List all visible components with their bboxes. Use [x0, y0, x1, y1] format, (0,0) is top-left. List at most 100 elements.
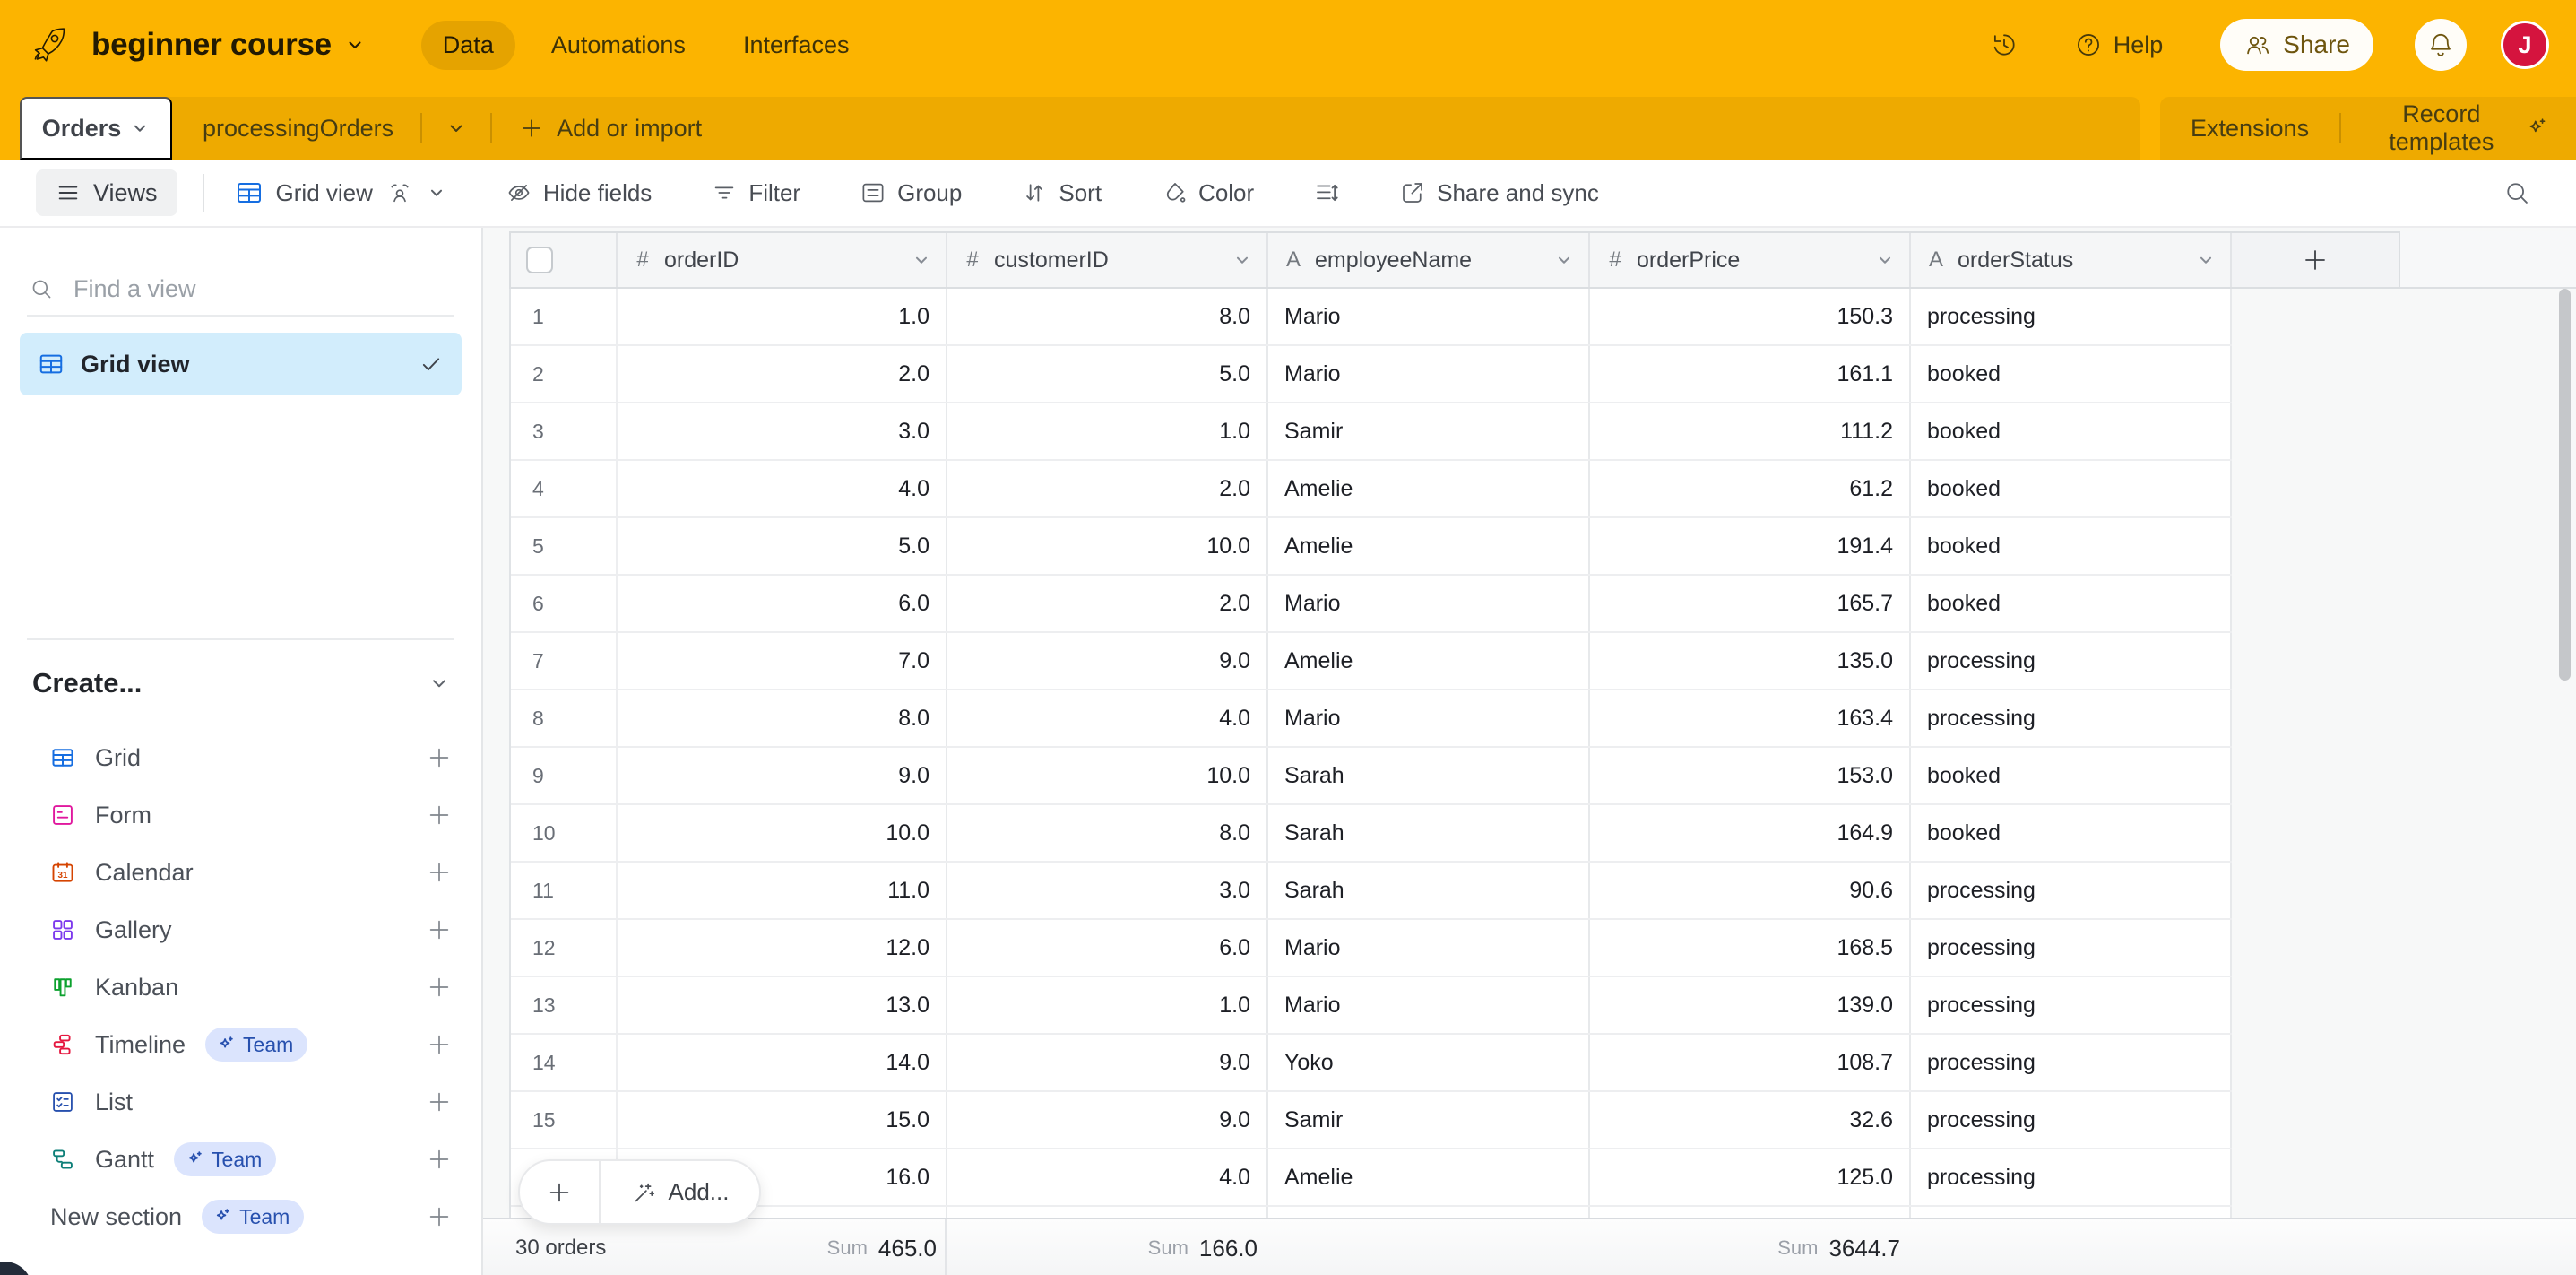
cell-orderPrice[interactable]: 150.3	[1590, 289, 1911, 344]
cell-customerID[interactable]: 5.0	[947, 346, 1268, 402]
table-row[interactable]: 99.010.0Sarah153.0booked	[511, 748, 2232, 805]
chevron-down-icon[interactable]	[912, 250, 931, 270]
add-view-button[interactable]	[426, 744, 453, 771]
row-number[interactable]: 12	[511, 920, 618, 976]
table-row[interactable]: 44.02.0Amelie61.2booked	[511, 461, 2232, 518]
cell-orderID[interactable]: 14.0	[618, 1035, 947, 1090]
table-row[interactable]: 1111.03.0Sarah90.6processing	[511, 863, 2232, 920]
chevron-down-icon[interactable]	[1232, 250, 1252, 270]
add-view-button[interactable]	[426, 1089, 453, 1115]
chevron-down-icon[interactable]	[1554, 250, 1574, 270]
cell-orderStatus[interactable]: processing	[1911, 977, 2232, 1033]
row-number[interactable]: 5	[511, 518, 618, 574]
cell-orderStatus[interactable]: processing	[1911, 1092, 2232, 1148]
cell-orderStatus[interactable]: processing	[1911, 1149, 2232, 1205]
hide-fields-button[interactable]: Hide fields	[500, 178, 657, 208]
chevron-down-icon[interactable]	[1875, 250, 1895, 270]
table-row[interactable]: 1010.08.0Sarah164.9booked	[511, 805, 2232, 863]
rocket-logo-icon[interactable]	[27, 23, 70, 66]
cell-customerID[interactable]: 1.0	[947, 977, 1268, 1033]
table-row[interactable]: 66.02.0Mario165.7booked	[511, 576, 2232, 633]
cell-orderID[interactable]: 13.0	[618, 977, 947, 1033]
color-button[interactable]: Color	[1155, 178, 1259, 208]
add-view-button[interactable]	[426, 1031, 453, 1058]
column-header-orderPrice[interactable]: #orderPrice	[1590, 233, 1911, 287]
cell-orderStatus[interactable]: processing	[1911, 863, 2232, 918]
table-row[interactable]	[511, 1207, 2232, 1218]
add-with-ai-button[interactable]: Add...	[601, 1161, 759, 1223]
add-field-button[interactable]	[2232, 231, 2400, 289]
cell-customerID[interactable]: 4.0	[947, 1149, 1268, 1205]
cell-orderID[interactable]: 4.0	[618, 461, 947, 516]
cell-customerID[interactable]: 3.0	[947, 863, 1268, 918]
table-row[interactable]: 1313.01.0Mario139.0processing	[511, 977, 2232, 1035]
cell-customerID[interactable]: 6.0	[947, 920, 1268, 976]
create-section-header[interactable]: Create...	[32, 658, 451, 708]
table-row[interactable]: 33.01.0Samir111.2booked	[511, 403, 2232, 461]
nav-tab-interfaces[interactable]: Interfaces	[722, 21, 871, 70]
cell-orderID[interactable]: 3.0	[618, 403, 947, 459]
nav-tab-data[interactable]: Data	[421, 21, 515, 70]
row-number[interactable]: 8	[511, 690, 618, 746]
help-beacon[interactable]	[0, 1262, 32, 1275]
row-height-button[interactable]	[1308, 178, 1345, 207]
cell-orderPrice[interactable]: 32.6	[1590, 1092, 1911, 1148]
table-row[interactable]: 77.09.0Amelie135.0processing	[511, 633, 2232, 690]
sort-button[interactable]: Sort	[1016, 178, 1107, 208]
table-list-dropdown[interactable]	[422, 117, 490, 139]
add-view-button[interactable]	[426, 802, 453, 828]
row-number[interactable]: 4	[511, 461, 618, 516]
cell-employeeName[interactable]: Mario	[1268, 920, 1590, 976]
filter-button[interactable]: Filter	[705, 178, 806, 208]
cell-orderID[interactable]: 6.0	[618, 576, 947, 631]
table-row[interactable]: 11.08.0Mario150.3processing	[511, 289, 2232, 346]
cell-orderPrice[interactable]: 90.6	[1590, 863, 1911, 918]
views-button[interactable]: Views	[36, 169, 177, 216]
history-button[interactable]	[1990, 30, 2018, 59]
table-row[interactable]: 1515.09.0Samir32.6processing	[511, 1092, 2232, 1149]
vertical-scrollbar[interactable]	[2559, 289, 2571, 681]
cell-orderStatus[interactable]: booked	[1911, 346, 2232, 402]
cell-orderStatus[interactable]: booked	[1911, 576, 2232, 631]
cell-orderID[interactable]: 1.0	[618, 289, 947, 344]
sum-customerID[interactable]: Sum166.0	[971, 1219, 1266, 1275]
row-number[interactable]: 13	[511, 977, 618, 1033]
add-view-button[interactable]	[426, 974, 453, 1001]
cell-customerID[interactable]: 9.0	[947, 1035, 1268, 1090]
cell-employeeName[interactable]: Amelie	[1268, 518, 1590, 574]
table-row[interactable]: 22.05.0Mario161.1booked	[511, 346, 2232, 403]
row-number[interactable]: 14	[511, 1035, 618, 1090]
cell-customerID[interactable]: 2.0	[947, 576, 1268, 631]
cell-orderStatus[interactable]: processing	[1911, 633, 2232, 689]
cell-orderStatus[interactable]: processing	[1911, 920, 2232, 976]
table-row[interactable]: 1414.09.0Yoko108.7processing	[511, 1035, 2232, 1092]
cell-employeeName[interactable]: Amelie	[1268, 1149, 1590, 1205]
share-button[interactable]: Share	[2220, 19, 2373, 71]
add-view-button[interactable]	[426, 916, 453, 943]
cell-orderStatus[interactable]: processing	[1911, 289, 2232, 344]
record-templates-button[interactable]: Record templates	[2341, 100, 2576, 156]
cell-orderPrice[interactable]: 111.2	[1590, 403, 1911, 459]
cell-orderID[interactable]: 2.0	[618, 346, 947, 402]
cell-orderStatus[interactable]: booked	[1911, 805, 2232, 861]
cell-employeeName[interactable]: Samir	[1268, 403, 1590, 459]
cell-orderID[interactable]: 9.0	[618, 748, 947, 803]
cell-orderStatus[interactable]: booked	[1911, 748, 2232, 803]
cell-employeeName[interactable]: Sarah	[1268, 805, 1590, 861]
cell-orderID[interactable]: 15.0	[618, 1092, 947, 1148]
add-record-button[interactable]	[520, 1161, 599, 1223]
add-view-button[interactable]	[426, 859, 453, 886]
create-view-form[interactable]: Form	[0, 786, 481, 844]
cell-orderStatus[interactable]: processing	[1911, 1035, 2232, 1090]
row-number[interactable]: 10	[511, 805, 618, 861]
find-a-view-input[interactable]	[72, 274, 454, 304]
sum-orderPrice[interactable]: Sum3644.7	[1613, 1219, 1909, 1275]
cell-customerID[interactable]: 8.0	[947, 289, 1268, 344]
cell-orderPrice[interactable]: 163.4	[1590, 690, 1911, 746]
column-header-customerID[interactable]: #customerID	[947, 233, 1268, 287]
cell-employeeName[interactable]: Mario	[1268, 690, 1590, 746]
cell-customerID[interactable]: 8.0	[947, 805, 1268, 861]
column-header-employeeName[interactable]: AemployeeName	[1268, 233, 1590, 287]
chevron-down-icon[interactable]	[344, 34, 366, 56]
search-records-button[interactable]	[2497, 178, 2537, 208]
